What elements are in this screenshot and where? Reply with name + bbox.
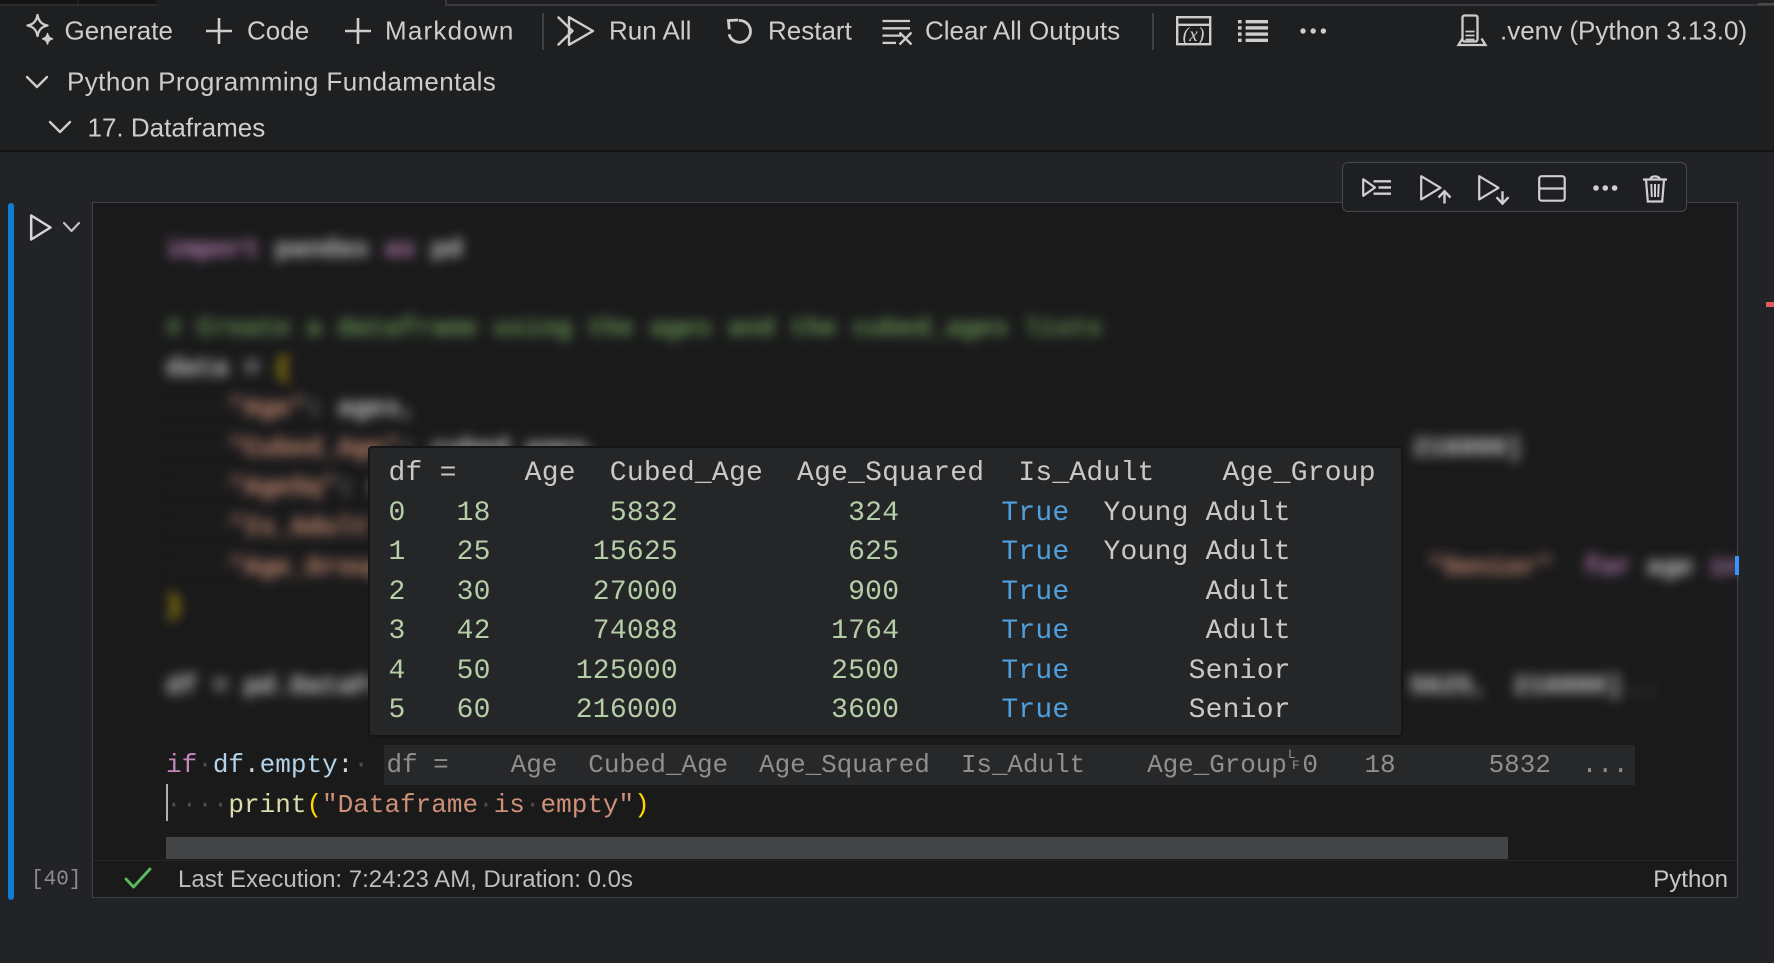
svg-text:(x): (x) [1183,25,1205,46]
